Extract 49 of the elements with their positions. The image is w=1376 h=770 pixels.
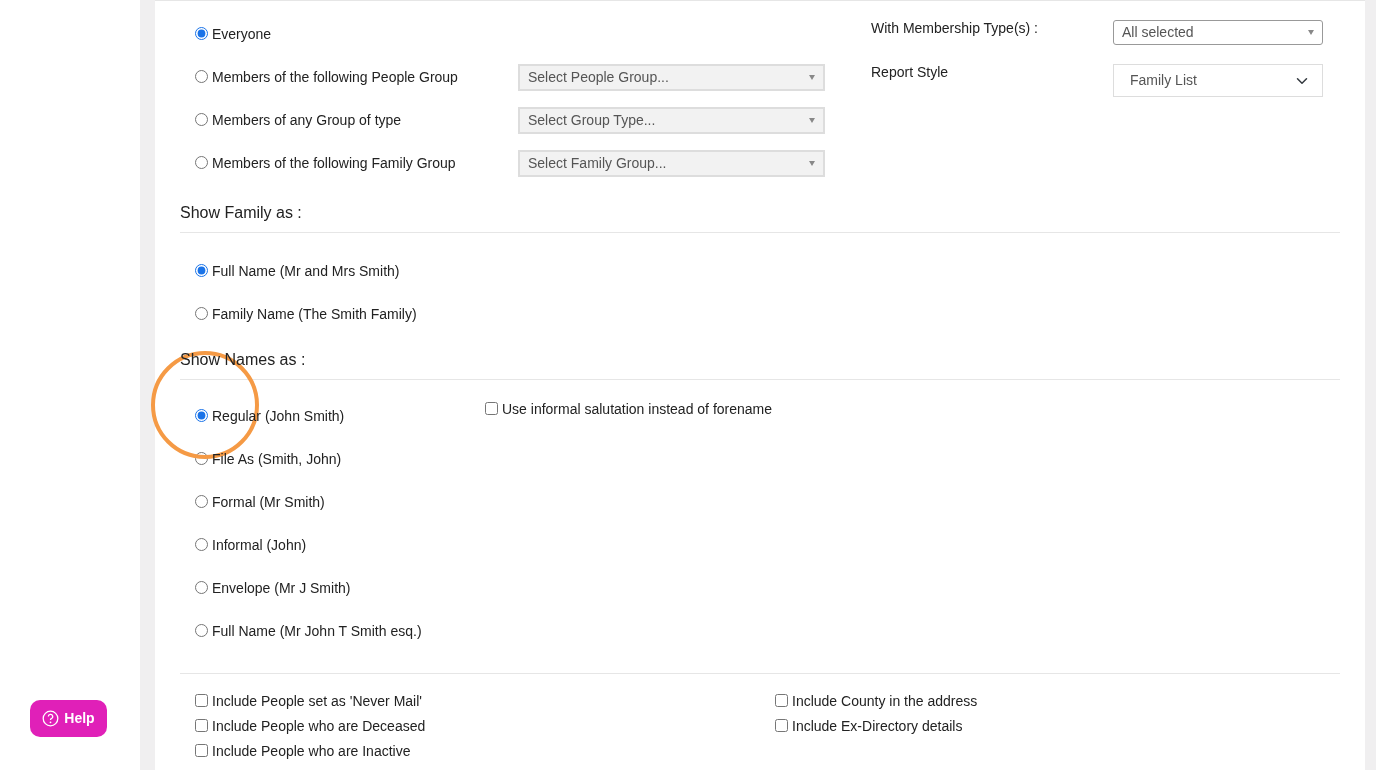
option-label[interactable]: Full Name (Mr and Mrs Smith) xyxy=(212,261,400,282)
option-label[interactable]: Use informal salutation instead of forename xyxy=(502,399,773,420)
field-label: With Membership Type(s) : xyxy=(871,19,1039,38)
radio-button[interactable] xyxy=(195,264,208,277)
field-label: Report Style xyxy=(871,63,950,82)
help-icon xyxy=(42,710,60,727)
caret-icon xyxy=(1308,30,1314,35)
radio-button[interactable] xyxy=(195,409,208,422)
option-label[interactable]: Informal (John) xyxy=(212,535,307,556)
checkbox[interactable] xyxy=(195,719,208,732)
radio-button[interactable] xyxy=(195,581,208,594)
option-label[interactable]: Formal (Mr Smith) xyxy=(212,492,325,513)
checkbox[interactable] xyxy=(775,694,788,707)
option-label[interactable]: Include People who are Deceased xyxy=(212,716,426,737)
radio-button[interactable] xyxy=(195,495,208,508)
option-label[interactable]: Members of any Group of type xyxy=(212,110,402,131)
option-label[interactable]: Include County in the address xyxy=(792,691,978,712)
radio-button[interactable] xyxy=(195,27,208,40)
radio-button[interactable] xyxy=(195,452,208,465)
caret-icon xyxy=(809,75,815,80)
option-label[interactable]: Members of the following Family Group xyxy=(212,153,456,174)
checkbox[interactable] xyxy=(195,744,208,757)
report-style-select[interactable]: Family List xyxy=(1113,64,1323,97)
radio-button[interactable] xyxy=(195,70,208,83)
caret-icon xyxy=(809,161,815,166)
dropdown[interactable]: All selected xyxy=(1113,20,1323,45)
section-heading: Show Family as : xyxy=(180,201,1340,233)
caret-icon xyxy=(809,118,815,123)
radio-button[interactable] xyxy=(195,624,208,637)
radio-button[interactable] xyxy=(195,113,208,126)
dropdown[interactable]: Select Group Type... xyxy=(518,107,825,134)
option-label[interactable]: Family Name (The Smith Family) xyxy=(212,304,417,325)
option-label[interactable]: Everyone xyxy=(212,24,272,45)
radio-button[interactable] xyxy=(195,307,208,320)
dropdown[interactable]: Select People Group... xyxy=(518,64,825,91)
option-label[interactable]: Members of the following People Group xyxy=(212,67,458,88)
help-button[interactable]: Help xyxy=(30,700,107,737)
dropdown[interactable]: Select Family Group... xyxy=(518,150,825,177)
option-label[interactable]: Include People set as 'Never Mail' xyxy=(212,691,422,712)
option-label[interactable]: Include People who are Inactive xyxy=(212,741,411,762)
option-label[interactable]: File As (Smith, John) xyxy=(212,449,342,470)
radio-button[interactable] xyxy=(195,156,208,169)
option-label[interactable]: Full Name (Mr John T Smith esq.) xyxy=(212,621,422,642)
checkbox[interactable] xyxy=(195,694,208,707)
radio-button[interactable] xyxy=(195,538,208,551)
checkbox[interactable] xyxy=(775,719,788,732)
option-label[interactable]: Include Ex-Directory details xyxy=(792,716,963,737)
option-label[interactable]: Envelope (Mr J Smith) xyxy=(212,578,351,599)
checkbox[interactable] xyxy=(485,402,498,415)
